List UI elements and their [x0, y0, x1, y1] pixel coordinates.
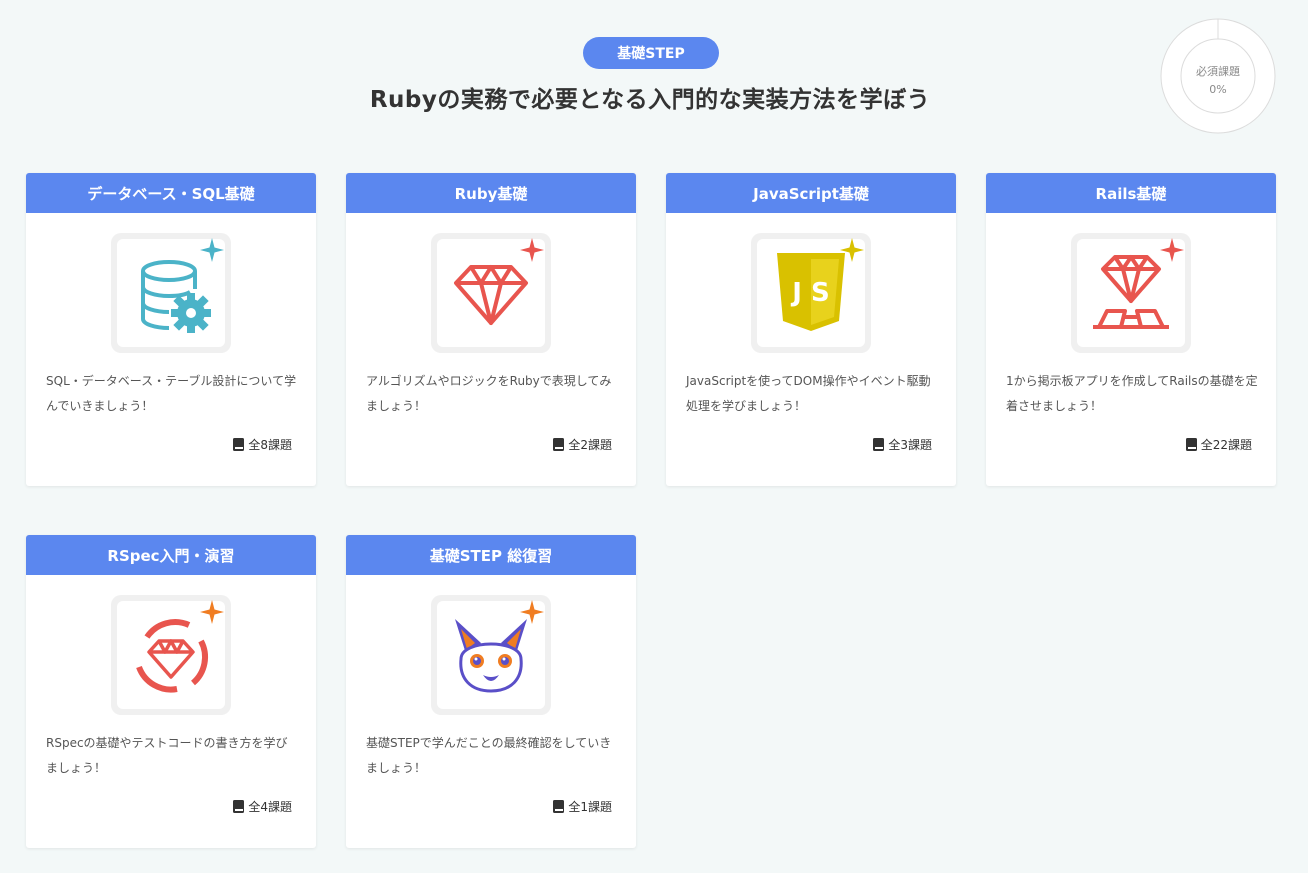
course-card-title: Ruby基礎	[346, 173, 636, 213]
course-card-count: 全1課題	[553, 798, 612, 815]
progress-label: 必須課題	[1196, 65, 1240, 78]
javascript-shield-icon: J S	[777, 238, 864, 331]
course-card-description: SQL・データベース・テーブル設計について学んでいきましょう！	[46, 374, 297, 413]
course-card-title: データベース・SQL基礎	[26, 173, 316, 213]
course-icon-frame	[431, 595, 551, 715]
course-count-text: 全2課題	[568, 438, 612, 452]
book-icon	[553, 800, 565, 813]
book-icon	[1185, 438, 1197, 451]
course-card-sql[interactable]: データベース・SQL基礎 SQL・データベース・テーブル設計について学んでいきま…	[26, 173, 316, 486]
course-card-review[interactable]: 基礎STEP 総復習 基礎STEPで学んだことの最終確認をしていきましょう！ 全…	[346, 535, 636, 848]
progress-percent: 0%	[1209, 83, 1227, 96]
course-count-text: 全3課題	[888, 438, 932, 452]
course-card-title: 基礎STEP 総復習	[346, 535, 636, 575]
step-badge: 基礎STEP	[583, 37, 719, 69]
ruby-gem-icon	[454, 238, 544, 325]
rspec-cycle-gem-icon	[136, 600, 224, 693]
rails-gem-icon	[1093, 238, 1184, 329]
course-card-description: アルゴリズムやロジックをRubyで表現してみましょう！	[366, 374, 612, 413]
course-icon-frame: J S	[751, 233, 871, 353]
course-count-text: 全8課題	[248, 438, 292, 452]
book-icon	[553, 438, 565, 451]
course-card-rails[interactable]: Rails基礎 1から掲示板アプリを作成してRailsの基礎を定着させましょう！…	[986, 173, 1276, 486]
svg-text:J S: J S	[790, 278, 829, 308]
course-card-count: 全22課題	[1185, 436, 1252, 453]
page-title: Rubyの実務で必要となる入門的な実装方法を学ぼう	[369, 87, 931, 113]
database-gear-icon	[141, 238, 224, 333]
course-card-count: 全4課題	[233, 798, 292, 815]
course-card-title: RSpec入門・演習	[26, 535, 316, 575]
course-icon-frame	[111, 595, 231, 715]
book-icon	[873, 438, 885, 451]
book-icon	[233, 800, 245, 813]
book-icon	[233, 438, 245, 451]
fox-mascot-icon	[455, 600, 544, 693]
course-icon-frame	[111, 233, 231, 353]
course-icon-frame	[431, 233, 551, 353]
course-card-description: 1から掲示板アプリを作成してRailsの基礎を定着させましょう！	[1006, 374, 1258, 413]
course-card-rspec[interactable]: RSpec入門・演習 RSpecの基礎やテストコードの書き方を学びましょう！ 全…	[26, 535, 316, 848]
course-card-title: JavaScript基礎	[666, 173, 956, 213]
course-card-description: JavaScriptを使ってDOM操作やイベント駆動処理を学びましょう！	[686, 374, 931, 413]
course-card-count: 全3課題	[873, 436, 932, 453]
course-card-count: 全8課題	[233, 436, 292, 453]
course-card-javascript[interactable]: JavaScript基礎 J S JavaScriptを使ってDOM操作やイベン…	[666, 173, 956, 486]
course-icon-frame	[1071, 233, 1191, 353]
course-card-title: Rails基礎	[986, 173, 1276, 213]
course-card-description: 基礎STEPで学んだことの最終確認をしていきましょう！	[366, 736, 612, 775]
course-card-description: RSpecの基礎やテストコードの書き方を学びましょう！	[46, 736, 288, 775]
course-card-count: 全2課題	[553, 436, 612, 453]
course-card-ruby[interactable]: Ruby基礎 アルゴリズムやロジックをRubyで表現してみましょう！ 全2課題	[346, 173, 636, 486]
course-count-text: 全22課題	[1200, 438, 1252, 452]
required-progress-ring: 必須課題 0%	[1159, 17, 1277, 135]
course-count-text: 全4課題	[248, 800, 292, 814]
course-count-text: 全1課題	[568, 800, 612, 814]
